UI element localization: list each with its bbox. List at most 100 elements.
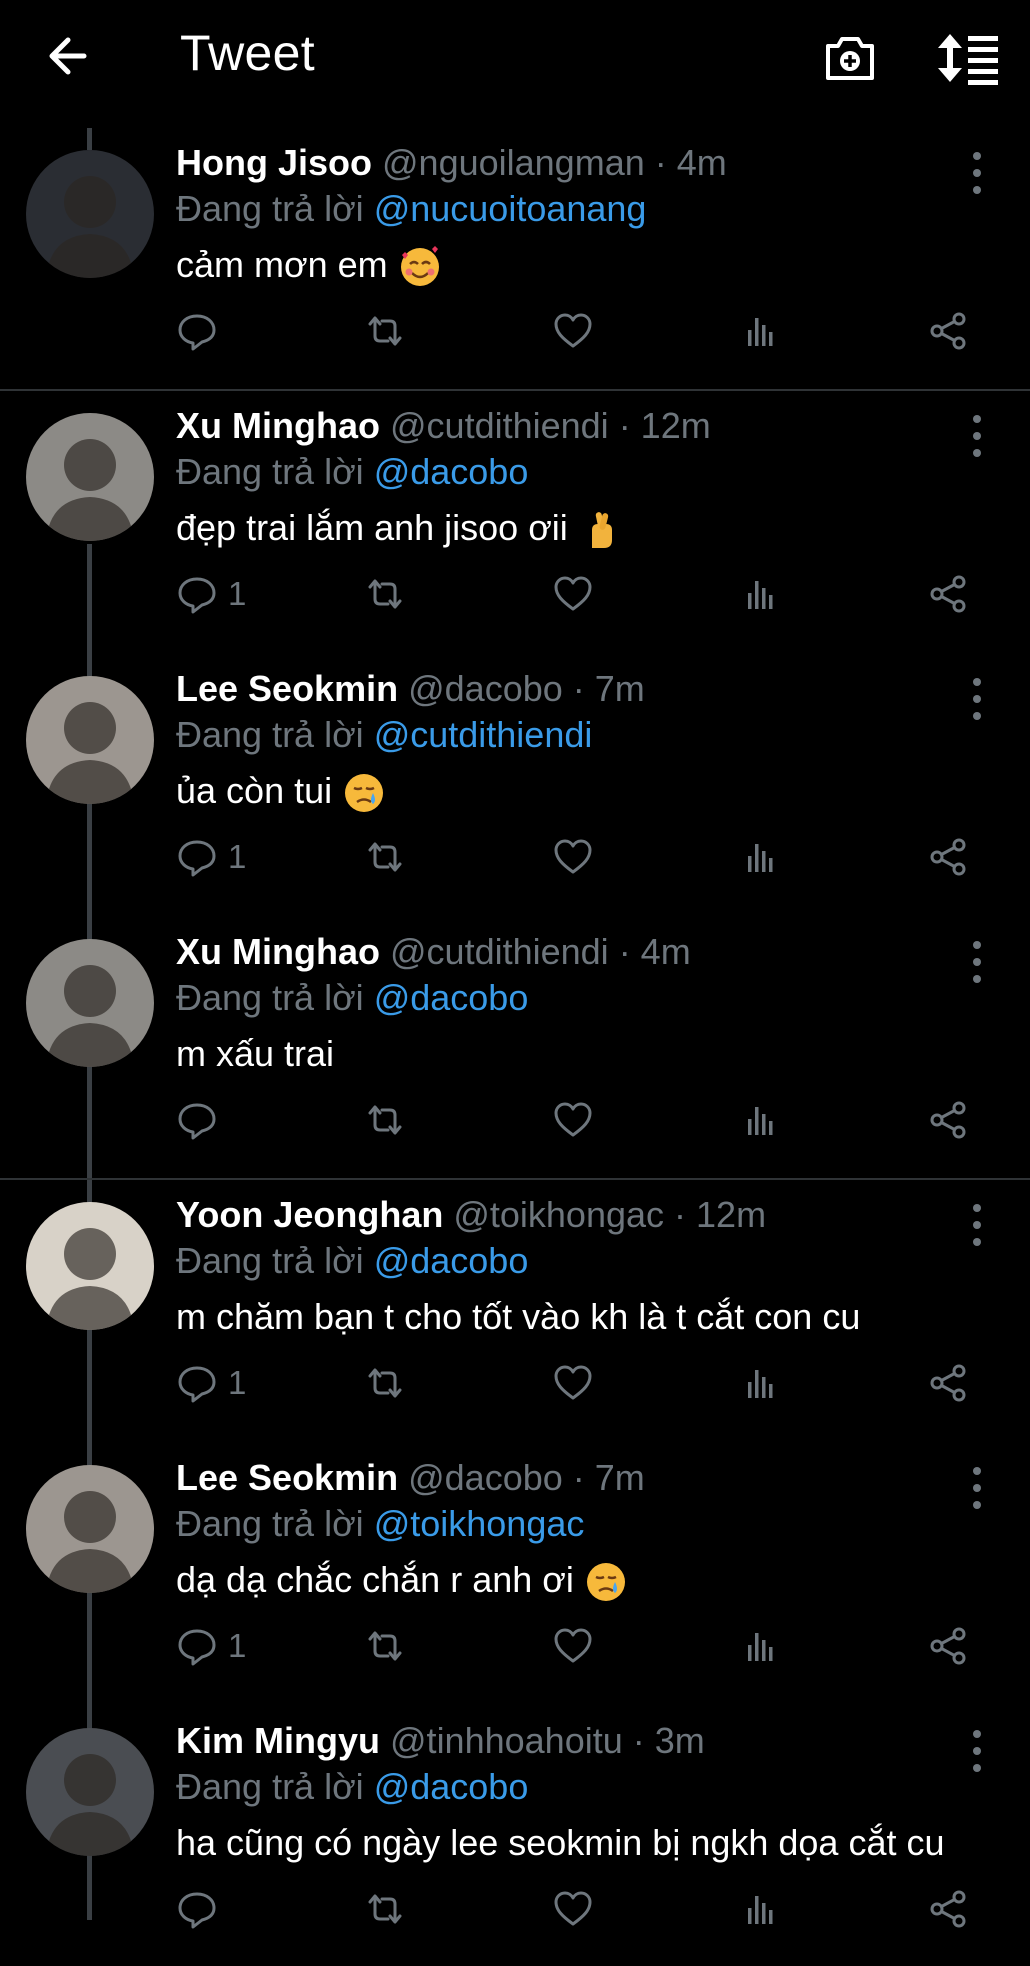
analytics-button[interactable]	[740, 1621, 782, 1671]
analytics-button[interactable]	[740, 1095, 782, 1145]
avatar[interactable]	[26, 676, 154, 804]
timestamp: · 7m	[572, 668, 645, 709]
display-name[interactable]: Kim Mingyu	[176, 1720, 380, 1761]
avatar[interactable]	[26, 1202, 154, 1330]
display-name[interactable]: Lee Seokmin	[176, 1457, 398, 1498]
analytics-button[interactable]	[740, 306, 782, 356]
retweet-icon	[368, 579, 402, 609]
share-button[interactable]	[928, 832, 970, 882]
mention-link[interactable]: @toikhongac	[374, 1503, 585, 1544]
tweet-text: dạ dạ chắc chắn r anh ơi	[176, 1559, 628, 1604]
reply-button[interactable]	[176, 1884, 228, 1934]
avatar[interactable]	[26, 1728, 154, 1856]
share-button[interactable]	[928, 1358, 970, 1408]
retweet-button[interactable]	[364, 569, 406, 619]
display-name[interactable]: Hong Jisoo	[176, 142, 372, 183]
analytics-button[interactable]	[740, 569, 782, 619]
avatar[interactable]	[26, 1465, 154, 1593]
tweet-actions	[176, 1884, 996, 1934]
mention-link[interactable]: @cutdithiendi	[374, 714, 593, 755]
like-button[interactable]	[552, 569, 594, 619]
retweet-button[interactable]	[364, 832, 406, 882]
like-button[interactable]	[552, 832, 594, 882]
page-title: Tweet	[180, 25, 315, 81]
mention-link[interactable]: @dacobo	[374, 1766, 529, 1807]
reply-button[interactable]: 1	[176, 832, 246, 882]
analytics-button[interactable]	[740, 832, 782, 882]
like-button[interactable]	[552, 306, 594, 356]
retweet-button[interactable]	[364, 306, 406, 356]
tweet-text-body: ha cũng có ngày lee seokmin bị ngkh dọa …	[176, 1822, 945, 1863]
tweet[interactable]: Hong Jisoo @nguoilangman · 4m Đang trả lờ…	[0, 126, 1030, 388]
share-icon	[930, 1101, 966, 1139]
replying-to: Đang trả lời @toikhongac	[176, 1503, 584, 1545]
more-icon[interactable]	[966, 937, 988, 987]
tweet-actions: 1	[176, 1358, 996, 1408]
more-icon[interactable]	[966, 674, 988, 724]
like-button[interactable]	[552, 1884, 594, 1934]
more-icon[interactable]	[966, 1463, 988, 1513]
retweet-icon	[368, 1631, 402, 1661]
retweet-button[interactable]	[364, 1884, 406, 1934]
reply-button[interactable]: 1	[176, 569, 246, 619]
tweet-text-body: m xấu trai	[176, 1033, 335, 1074]
reply-button[interactable]	[176, 1095, 228, 1145]
timestamp: · 4m	[654, 142, 727, 183]
tweet[interactable]: Kim Mingyu @tinhhoahoitu · 3m Đang trả lờ…	[0, 1704, 1030, 1966]
share-button[interactable]	[928, 569, 970, 619]
back-arrow-icon[interactable]	[44, 30, 96, 82]
tweet-actions	[176, 1095, 996, 1145]
tweet-text-body: đẹp trai lắm anh jisoo ơii	[176, 507, 568, 548]
replying-to: Đang trả lời @nucuoitoanang	[176, 188, 646, 230]
more-icon[interactable]	[966, 1200, 988, 1250]
retweet-button[interactable]	[364, 1095, 406, 1145]
reply-button[interactable]: 1	[176, 1358, 246, 1408]
tweet-text: đẹp trai lắm anh jisoo ơii	[176, 507, 622, 552]
like-icon	[554, 839, 592, 874]
reply-button[interactable]	[176, 306, 228, 356]
tweet[interactable]: Lee Seokmin @dacobo · 7m Đang trả lời @cu…	[0, 652, 1030, 914]
share-button[interactable]	[928, 1095, 970, 1145]
share-icon	[930, 1364, 966, 1402]
camera-plus-icon[interactable]	[822, 30, 878, 86]
display-name[interactable]: Lee Seokmin	[176, 668, 398, 709]
tweet[interactable]: Xu Minghao @cutdithiendi · 12m Đang trả l…	[0, 389, 1030, 651]
analytics-button[interactable]	[740, 1358, 782, 1408]
share-button[interactable]	[928, 1621, 970, 1671]
share-icon	[930, 1627, 966, 1665]
avatar[interactable]	[26, 939, 154, 1067]
display-name[interactable]: Xu Minghao	[176, 931, 380, 972]
like-button[interactable]	[552, 1358, 594, 1408]
mention-link[interactable]: @dacobo	[374, 977, 529, 1018]
tweet[interactable]: Xu Minghao @cutdithiendi · 4m Đang trả lờ…	[0, 915, 1030, 1177]
more-icon[interactable]	[966, 148, 988, 198]
timestamp: · 12m	[674, 1194, 767, 1235]
share-button[interactable]	[928, 1884, 970, 1934]
like-button[interactable]	[552, 1095, 594, 1145]
avatar[interactable]	[26, 413, 154, 541]
sort-icon[interactable]	[936, 30, 1002, 86]
analytics-button[interactable]	[740, 1884, 782, 1934]
replying-to-label: Đang trả lời	[176, 451, 374, 492]
tweet-header: Lee Seokmin @dacobo · 7m	[176, 668, 645, 710]
reply-icon	[178, 840, 216, 877]
retweet-button[interactable]	[364, 1358, 406, 1408]
display-name[interactable]: Yoon Jeonghan	[176, 1194, 443, 1235]
share-button[interactable]	[928, 306, 970, 356]
more-icon[interactable]	[966, 411, 988, 461]
like-icon	[554, 313, 592, 348]
mention-link[interactable]: @nucuoitoanang	[374, 188, 647, 229]
retweet-button[interactable]	[364, 1621, 406, 1671]
like-icon	[554, 1628, 592, 1663]
more-icon[interactable]	[966, 1726, 988, 1776]
mention-link[interactable]: @dacobo	[374, 1240, 529, 1281]
analytics-icon	[748, 1896, 773, 1924]
tweet[interactable]: Yoon Jeonghan @toikhongac · 12m Đang trả …	[0, 1178, 1030, 1440]
like-icon	[554, 1891, 592, 1926]
mention-link[interactable]: @dacobo	[374, 451, 529, 492]
display-name[interactable]: Xu Minghao	[176, 405, 380, 446]
tweet[interactable]: Lee Seokmin @dacobo · 7m Đang trả lời @to…	[0, 1441, 1030, 1703]
avatar[interactable]	[26, 150, 154, 278]
reply-button[interactable]: 1	[176, 1621, 246, 1671]
like-button[interactable]	[552, 1621, 594, 1671]
